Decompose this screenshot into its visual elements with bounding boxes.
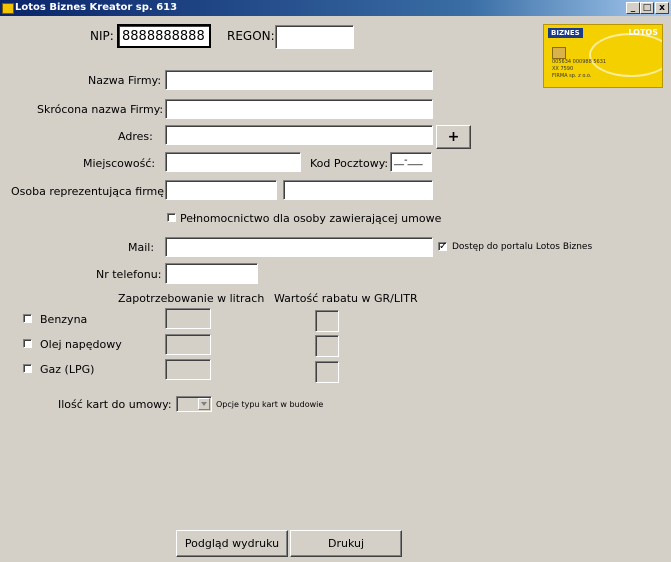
pelnomocnictwo-checkbox[interactable] (167, 213, 176, 222)
miejscowosc-label: Miejscowość: (83, 157, 156, 170)
nazwa-label: Nazwa Firmy: (88, 74, 162, 87)
benzyna-checkbox[interactable] (23, 314, 32, 323)
karty-note: Opcje typu kart w budowie (216, 400, 324, 409)
benzyna-label: Benzyna (40, 313, 88, 326)
skrocona-label: Skrócona nazwa Firmy: (37, 103, 164, 116)
benzyna-rabat-input[interactable] (315, 310, 339, 332)
osoba-label: Osoba reprezentująca firmę: (11, 185, 168, 198)
app-icon (2, 3, 14, 14)
gaz-checkbox[interactable] (23, 364, 32, 373)
card-chip (552, 47, 566, 59)
nazwa-input[interactable] (165, 70, 433, 90)
mail-label: Mail: (128, 241, 155, 254)
preview-button[interactable]: Podgląd wydruku (176, 530, 288, 557)
chevron-down-icon[interactable] (198, 398, 210, 410)
mail-input[interactable] (165, 237, 433, 257)
minimize-button[interactable]: _ (626, 2, 640, 14)
olej-litry-input[interactable] (165, 334, 211, 355)
regon-input[interactable] (275, 25, 354, 49)
osoba-nazwisko-input[interactable] (283, 180, 433, 200)
adres-input[interactable] (165, 125, 433, 145)
portal-checkbox[interactable]: ✓ (438, 242, 447, 252)
gaz-litry-input[interactable] (165, 359, 211, 380)
skrocona-input[interactable] (165, 99, 433, 119)
rabat-column-header: Wartość rabatu w GR/LITR (274, 292, 418, 305)
olej-rabat-input[interactable] (315, 335, 339, 357)
gaz-rabat-input[interactable] (315, 361, 339, 383)
print-button[interactable]: Drukuj (290, 530, 402, 557)
regon-label: REGON: (227, 29, 275, 43)
kod-input[interactable]: __-___ (390, 152, 432, 172)
nip-input[interactable]: 8888888888 (117, 24, 211, 48)
pelnomocnictwo-label: Pełnomocnictwo dla osoby zawierającej um… (180, 212, 442, 225)
osoba-imie-input[interactable] (165, 180, 277, 200)
miejscowosc-input[interactable] (165, 152, 301, 172)
card-brand: BIZNES (548, 28, 583, 38)
olej-checkbox[interactable] (23, 339, 32, 348)
nip-value: 8888888888 (122, 29, 205, 44)
karty-label: Ilość kart do umowy: (58, 398, 172, 411)
nip-label: NIP: (90, 29, 114, 43)
kod-label: Kod Pocztowy: (310, 157, 389, 170)
olej-label: Olej napędowy (40, 338, 122, 351)
karty-select[interactable] (176, 396, 212, 412)
card-swoosh (589, 33, 662, 77)
card-line-2: XX 7590 (552, 66, 574, 72)
lotos-card-image: BIZNES LOTOS 005634 000988 5631 XX 7590 … (543, 24, 663, 88)
card-line-1: 005634 000988 5631 (552, 59, 607, 65)
add-address-button[interactable]: + (436, 125, 471, 149)
window-title: Lotos Biznes Kreator sp. 613 (15, 2, 178, 13)
benzyna-litry-input[interactable] (165, 308, 211, 329)
portal-label: Dostęp do portalu Lotos Biznes (452, 242, 593, 252)
maximize-button[interactable]: □ (640, 2, 654, 14)
adres-label: Adres: (118, 130, 153, 143)
kod-value: __-___ (394, 155, 423, 166)
card-logo: LOTOS (628, 28, 658, 37)
telefon-input[interactable] (165, 263, 258, 284)
card-line-3: FIRMA sp. z o.o. (552, 73, 592, 79)
close-button[interactable]: x (655, 2, 669, 14)
gaz-label: Gaz (LPG) (40, 363, 95, 376)
title-bar: Lotos Biznes Kreator sp. 613 _ □ x (0, 0, 671, 16)
litry-column-header: Zapotrzebowanie w litrach (118, 292, 265, 305)
telefon-label: Nr telefonu: (96, 268, 162, 281)
